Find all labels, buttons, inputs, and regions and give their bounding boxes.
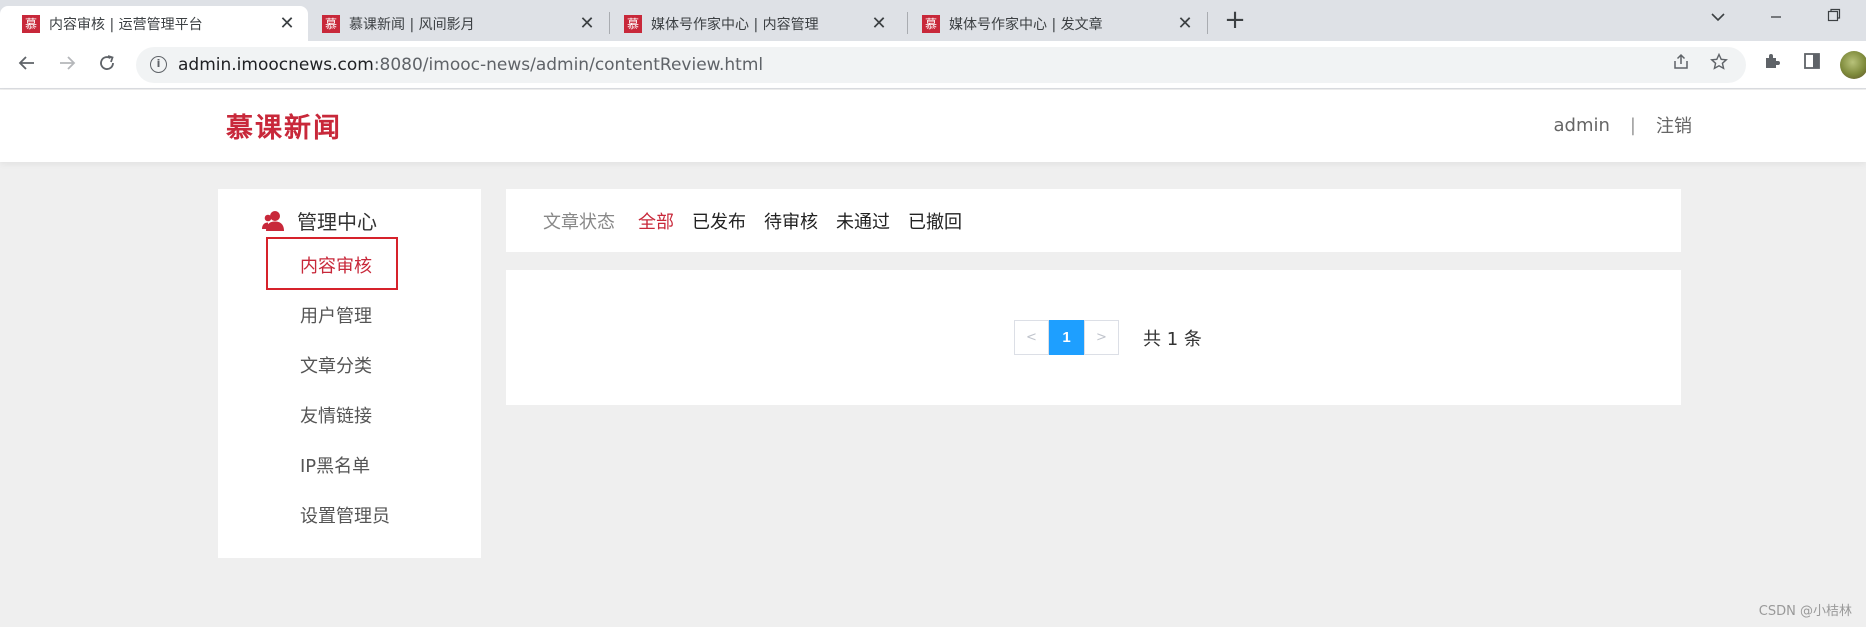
user-group-icon xyxy=(262,210,284,232)
sidebar-item-article-category[interactable]: 文章分类 xyxy=(300,352,372,378)
bookmark-star-icon[interactable] xyxy=(1706,52,1732,77)
article-status-filter: 文章状态 全部 已发布 待审核 未通过 已撤回 xyxy=(506,189,1681,252)
close-tab-icon[interactable]: ✕ xyxy=(1176,14,1194,33)
forward-arrow-icon[interactable] xyxy=(52,51,82,79)
site-favicon-icon: 慕 xyxy=(322,14,340,33)
minimize-window-icon[interactable] xyxy=(1756,6,1796,30)
restore-window-icon[interactable] xyxy=(1814,6,1854,30)
filter-tab-withdrawn[interactable]: 已撤回 xyxy=(908,208,962,234)
site-favicon-icon: 慕 xyxy=(922,14,940,33)
user-divider: | xyxy=(1629,114,1636,136)
browser-tab-content-review[interactable]: 慕 内容审核 | 运营管理平台 ✕ xyxy=(0,6,308,41)
user-area: admin | 注销 xyxy=(1554,112,1692,138)
page-number-current[interactable]: 1 xyxy=(1049,320,1084,355)
reload-icon[interactable] xyxy=(92,51,122,79)
tab-title: 媒体号作家中心 | 发文章 xyxy=(949,16,1103,33)
profile-avatar[interactable] xyxy=(1840,51,1866,79)
sidebar-item-friend-links[interactable]: 友情链接 xyxy=(300,402,372,428)
site-logo[interactable]: 慕课新闻 xyxy=(226,106,342,145)
site-info-icon[interactable]: i xyxy=(150,56,167,73)
tab-title: 媒体号作家中心 | 内容管理 xyxy=(651,16,819,33)
address-bar[interactable]: i admin.imoocnews.com:8080/imooc-news/ad… xyxy=(136,47,1746,83)
tab-search-chevron-icon[interactable] xyxy=(1698,6,1738,30)
watermark: CSDN @小桔林 xyxy=(1758,604,1852,619)
side-panel-icon[interactable] xyxy=(1797,50,1827,80)
browser-tab-writer-publish[interactable]: 慕 媒体号作家中心 | 发文章 ✕ xyxy=(900,6,1206,41)
sidebar-title: 管理中心 xyxy=(297,210,377,234)
browser-tab-strip: 慕 内容审核 | 运营管理平台 ✕ 慕 慕课新闻 | 风间影月 ✕ 慕 媒体号作… xyxy=(0,0,1866,41)
pagination-total: 共 1 条 xyxy=(1143,328,1202,350)
url-host: admin.imoocnews.com xyxy=(178,55,374,75)
filter-label: 文章状态 xyxy=(543,211,615,233)
site-favicon-icon: 慕 xyxy=(624,14,642,33)
url-path: :8080/imooc-news/admin/contentReview.htm… xyxy=(373,55,764,75)
browser-tab-writer-content[interactable]: 慕 媒体号作家中心 | 内容管理 ✕ xyxy=(602,6,900,41)
close-tab-icon[interactable]: ✕ xyxy=(870,14,888,33)
tab-title: 内容审核 | 运营管理平台 xyxy=(49,16,203,33)
filter-tab-published[interactable]: 已发布 xyxy=(692,208,746,234)
pagination: < 1 > 共 1 条 xyxy=(1014,320,1202,355)
close-tab-icon[interactable]: ✕ xyxy=(578,14,596,33)
admin-sidebar: 管理中心 内容审核 用户管理 文章分类 友情链接 IP黑名单 设置管理员 xyxy=(218,189,481,558)
site-header: 慕课新闻 admin | 注销 xyxy=(0,90,1866,162)
sidebar-item-user-management[interactable]: 用户管理 xyxy=(300,302,372,328)
back-arrow-icon[interactable] xyxy=(12,51,42,79)
username-link[interactable]: admin xyxy=(1554,115,1610,136)
sidebar-item-content-review[interactable]: 内容审核 xyxy=(300,252,372,278)
filter-tab-all[interactable]: 全部 xyxy=(638,208,674,234)
site-favicon-icon: 慕 xyxy=(22,14,40,33)
filter-tab-pending[interactable]: 待审核 xyxy=(764,208,818,234)
share-icon[interactable] xyxy=(1668,53,1694,77)
article-list-panel: < 1 > 共 1 条 xyxy=(506,270,1681,405)
url-text[interactable]: admin.imoocnews.com:8080/imooc-news/admi… xyxy=(178,55,763,75)
next-page-button[interactable]: > xyxy=(1084,320,1119,355)
extensions-puzzle-icon[interactable] xyxy=(1757,50,1787,80)
new-tab-button[interactable]: + xyxy=(1221,6,1249,36)
close-tab-icon[interactable]: ✕ xyxy=(278,14,296,33)
filter-tab-rejected[interactable]: 未通过 xyxy=(836,208,890,234)
tab-separator xyxy=(1207,12,1208,34)
browser-tab-news-home[interactable]: 慕 慕课新闻 | 风间影月 ✕ xyxy=(300,6,608,41)
tab-title: 慕课新闻 | 风间影月 xyxy=(349,16,475,33)
sidebar-item-set-admin[interactable]: 设置管理员 xyxy=(300,502,390,528)
sidebar-header: 管理中心 xyxy=(262,206,377,235)
logout-link[interactable]: 注销 xyxy=(1656,112,1692,138)
sidebar-item-ip-blacklist[interactable]: IP黑名单 xyxy=(300,452,370,478)
browser-toolbar: i admin.imoocnews.com:8080/imooc-news/ad… xyxy=(0,41,1866,89)
prev-page-button[interactable]: < xyxy=(1014,320,1049,355)
